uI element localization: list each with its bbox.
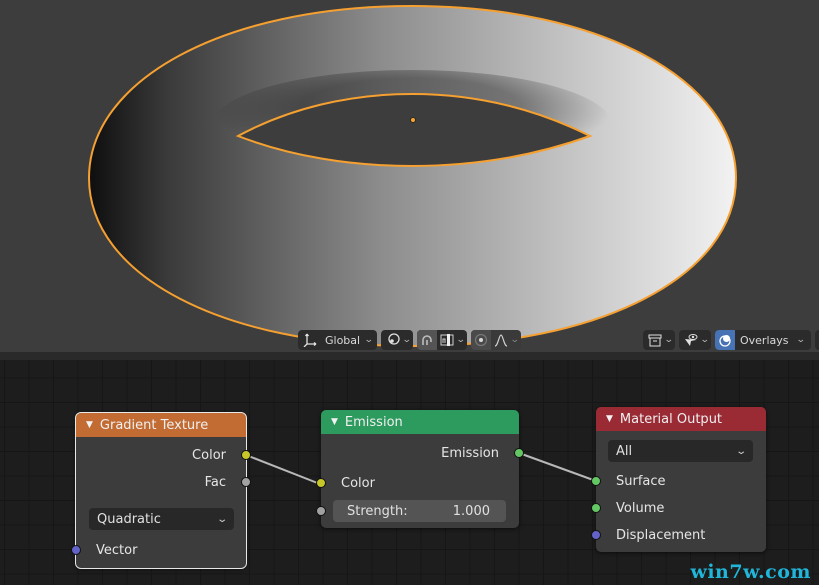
chevron-down-icon: ⌄	[401, 335, 412, 345]
pivot-point-icon	[386, 333, 400, 347]
transform-orientation-icon	[303, 333, 317, 347]
object-type-visibility-icon	[648, 333, 662, 347]
input-vector: Vector	[76, 541, 246, 559]
overlays-label: Overlays	[740, 333, 789, 347]
node-title: Emission	[344, 414, 403, 430]
object-type-visibility-dropdown[interactable]: ⌄	[643, 330, 675, 350]
socket-input-surface[interactable]	[591, 476, 601, 486]
collapse-triangle-icon[interactable]: ▼	[86, 420, 93, 430]
socket-label: Color	[192, 447, 226, 463]
field-value: 1.000	[452, 503, 490, 519]
snap-increment-icon	[440, 333, 454, 347]
node-header[interactable]: ▼ Gradient Texture	[76, 413, 246, 437]
shader-node-editor[interactable]: ▼ Gradient Texture Color Fac Quadratic ⌄…	[0, 352, 819, 585]
socket-input-strength[interactable]	[316, 506, 326, 516]
node-header[interactable]: ▼ Emission	[321, 410, 519, 434]
socket-input-displacement[interactable]	[591, 530, 601, 540]
proportional-edit-toggle[interactable]	[471, 330, 491, 350]
socket-label: Color	[341, 475, 375, 491]
collapse-triangle-icon[interactable]: ▼	[606, 414, 613, 424]
input-volume: Volume	[596, 499, 766, 517]
object-origin-dot	[410, 117, 416, 123]
overlays-toggle[interactable]	[715, 330, 735, 350]
falloff-curve-icon	[494, 333, 508, 347]
snap-toggle[interactable]	[417, 330, 437, 350]
transform-orientation-label: Global	[325, 333, 361, 347]
node-title: Material Output	[619, 411, 723, 427]
socket-label: Fac	[204, 474, 226, 490]
chevron-down-icon: ⌄	[734, 445, 747, 457]
socket-input-color[interactable]	[316, 478, 326, 488]
chevron-down-icon: ⌄	[455, 335, 466, 345]
socket-label: Surface	[616, 473, 666, 489]
link-emission-to-surface[interactable]	[518, 452, 597, 482]
output-fac: Fac	[76, 473, 246, 491]
more-header-options[interactable]	[815, 330, 819, 350]
socket-output-emission[interactable]	[514, 448, 524, 458]
chevron-down-icon: ⌄	[663, 335, 674, 345]
node-header[interactable]: ▼ Material Output	[596, 407, 766, 431]
socket-label: Emission	[441, 445, 499, 461]
socket-label: Vector	[96, 542, 138, 558]
input-color: Color	[321, 474, 519, 492]
chevron-down-icon: ⌄	[509, 335, 520, 345]
overlays-icon	[718, 333, 732, 347]
snap-target-dropdown[interactable]: ⌄	[437, 330, 467, 350]
input-displacement: Displacement	[596, 526, 766, 544]
snapping-group: ⌄	[417, 330, 467, 350]
socket-label: Displacement	[616, 527, 706, 543]
chevron-down-icon: ⌄	[364, 335, 375, 345]
socket-input-vector[interactable]	[71, 545, 81, 555]
torus-object[interactable]	[0, 0, 819, 352]
pivot-point-dropdown[interactable]: ⌄	[381, 330, 413, 350]
snap-magnet-icon	[420, 333, 434, 347]
socket-input-volume[interactable]	[591, 503, 601, 513]
output-color: Color	[76, 446, 246, 464]
socket-output-color[interactable]	[241, 450, 251, 460]
overlays-group: Overlays ⌄	[715, 330, 811, 350]
field-label: Strength:	[347, 503, 408, 519]
gradient-texture-node[interactable]: ▼ Gradient Texture Color Fac Quadratic ⌄…	[71, 412, 251, 569]
collapse-triangle-icon[interactable]: ▼	[331, 417, 338, 427]
proportional-edit-icon	[474, 333, 488, 347]
overlays-dropdown[interactable]: Overlays ⌄	[735, 330, 807, 350]
dropdown-value: Quadratic	[97, 511, 161, 527]
socket-label: Volume	[616, 500, 665, 516]
3d-viewport[interactable]: Global ⌄ ⌄ ⌄ ⌄ ⌄ ⌄ Overlays ⌄	[0, 0, 819, 352]
gradient-type-dropdown[interactable]: Quadratic ⌄	[89, 508, 234, 530]
emission-node[interactable]: ▼ Emission Emission Color Strength: 1.00…	[316, 410, 524, 528]
watermark: win7w.com	[690, 561, 811, 583]
proportional-editing-group: ⌄	[471, 330, 521, 350]
dropdown-value: All	[616, 443, 633, 459]
socket-output-fac[interactable]	[241, 477, 251, 487]
proportional-falloff-dropdown[interactable]: ⌄	[491, 330, 521, 350]
viewport-header-center: Global ⌄ ⌄ ⌄ ⌄	[298, 330, 521, 350]
gizmo-dropdown[interactable]: ⌄	[679, 330, 711, 350]
link-color-to-emission-color[interactable]	[245, 454, 321, 485]
render-target-dropdown[interactable]: All ⌄	[608, 440, 753, 462]
gizmo-icon	[684, 333, 698, 347]
chevron-down-icon: ⌄	[699, 335, 710, 345]
viewport-header-right: ⌄ ⌄ Overlays ⌄	[643, 330, 819, 350]
transform-orientation-dropdown[interactable]: Global ⌄	[298, 330, 377, 350]
node-title: Gradient Texture	[99, 417, 209, 433]
material-output-node[interactable]: ▼ Material Output All ⌄ Surface Volume D…	[591, 407, 766, 552]
output-emission: Emission	[321, 444, 519, 462]
chevron-down-icon: ⌄	[215, 513, 228, 525]
strength-field[interactable]: Strength: 1.000	[333, 500, 506, 522]
chevron-down-icon: ⌄	[795, 335, 806, 345]
input-surface: Surface	[596, 472, 766, 490]
